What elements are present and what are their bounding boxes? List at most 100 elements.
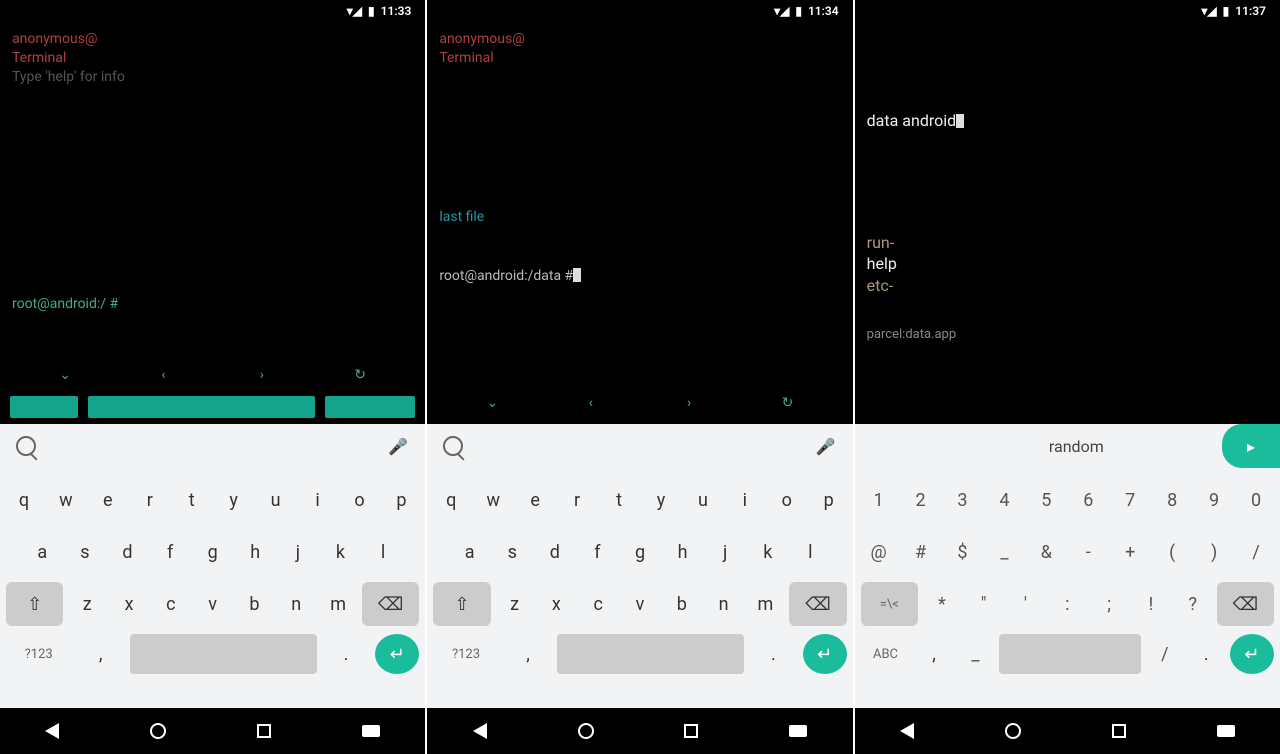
key-7[interactable]: 7: [1112, 478, 1148, 522]
mode-switch-key[interactable]: ?123: [6, 634, 71, 674]
key-p[interactable]: p: [811, 478, 847, 522]
key-l[interactable]: l: [365, 530, 402, 574]
key-u[interactable]: u: [685, 478, 721, 522]
toolbar-ctrl-3[interactable]: ›: [679, 395, 699, 415]
key-x[interactable]: x: [111, 582, 147, 626]
shift-key[interactable]: ⇧: [6, 582, 63, 626]
nav-home-icon[interactable]: [578, 723, 594, 739]
key-d[interactable]: d: [537, 530, 574, 574]
mic-icon[interactable]: 🎤: [815, 437, 837, 456]
key-0[interactable]: 0: [1238, 478, 1274, 522]
toolbar-ctrl-1[interactable]: ⌄: [482, 395, 502, 415]
toolbar-ctrl-2[interactable]: ‹: [581, 395, 601, 415]
key-t[interactable]: t: [174, 478, 210, 522]
comma-key[interactable]: ,: [505, 634, 552, 674]
key-1[interactable]: 1: [861, 478, 897, 522]
key-a[interactable]: a: [451, 530, 488, 574]
key-j[interactable]: j: [707, 530, 744, 574]
key-4[interactable]: 4: [986, 478, 1022, 522]
backspace-key[interactable]: ⌫: [789, 582, 846, 626]
shift-key[interactable]: ⇧: [433, 582, 490, 626]
nav-recent-icon[interactable]: [684, 724, 698, 738]
enter-key[interactable]: ↵: [1230, 634, 1274, 674]
session-tab-2[interactable]: [88, 396, 315, 418]
session-tab-3[interactable]: [325, 396, 415, 418]
mode-switch-key[interactable]: ?123: [433, 634, 498, 674]
key-9[interactable]: 9: [1196, 478, 1232, 522]
key-3[interactable]: 3: [945, 478, 981, 522]
key-n[interactable]: n: [278, 582, 314, 626]
key-"[interactable]: ": [966, 582, 1002, 626]
key-d[interactable]: d: [109, 530, 146, 574]
key-x[interactable]: x: [538, 582, 574, 626]
enter-key[interactable]: ↵: [375, 634, 419, 674]
key-8[interactable]: 8: [1154, 478, 1190, 522]
key-p[interactable]: p: [383, 478, 419, 522]
key-w[interactable]: w: [475, 478, 511, 522]
key-z[interactable]: z: [497, 582, 533, 626]
key-z[interactable]: z: [69, 582, 105, 626]
key-c[interactable]: c: [153, 582, 189, 626]
sym-more-key[interactable]: =\<: [861, 582, 918, 626]
terminal-area[interactable]: data android run- help etc- parcel:data.…: [855, 22, 1280, 424]
key--[interactable]: -: [1070, 530, 1106, 574]
key-h[interactable]: h: [237, 530, 274, 574]
key-'[interactable]: ': [1008, 582, 1044, 626]
key-2[interactable]: 2: [903, 478, 939, 522]
key-i[interactable]: i: [727, 478, 763, 522]
period-key[interactable]: .: [1189, 634, 1224, 674]
key-)[interactable]: ): [1196, 530, 1232, 574]
key-f[interactable]: f: [152, 530, 189, 574]
key-v[interactable]: v: [195, 582, 231, 626]
key-/[interactable]: /: [1238, 530, 1274, 574]
space-key[interactable]: [999, 634, 1141, 674]
comma-key[interactable]: ,: [916, 634, 951, 674]
nav-keyboard-icon[interactable]: [362, 725, 380, 737]
slash-key[interactable]: /: [1147, 634, 1182, 674]
key-([interactable]: (: [1154, 530, 1190, 574]
key-y[interactable]: y: [216, 478, 252, 522]
key-&[interactable]: &: [1028, 530, 1064, 574]
nav-home-icon[interactable]: [150, 723, 166, 739]
nav-back-icon[interactable]: [473, 723, 487, 739]
key-w[interactable]: w: [48, 478, 84, 522]
space-key[interactable]: [130, 634, 317, 674]
mode-switch-key[interactable]: ABC: [861, 634, 911, 674]
nav-back-icon[interactable]: [45, 723, 59, 739]
key-o[interactable]: o: [341, 478, 377, 522]
key-l[interactable]: l: [792, 530, 829, 574]
key-*[interactable]: *: [924, 582, 960, 626]
key-g[interactable]: g: [194, 530, 231, 574]
key-v[interactable]: v: [622, 582, 658, 626]
key-o[interactable]: o: [769, 478, 805, 522]
key-s[interactable]: s: [67, 530, 104, 574]
terminal-area[interactable]: anonymous@ Terminal Type 'help' for info…: [0, 22, 425, 358]
key-y[interactable]: y: [643, 478, 679, 522]
toolbar-ctrl-3[interactable]: ›: [252, 367, 272, 387]
period-key[interactable]: .: [323, 634, 370, 674]
nav-recent-icon[interactable]: [1112, 724, 1126, 738]
session-tab-1[interactable]: [10, 396, 78, 418]
nav-keyboard-icon[interactable]: [789, 725, 807, 737]
key-b[interactable]: b: [664, 582, 700, 626]
period-key[interactable]: .: [750, 634, 797, 674]
key-6[interactable]: 6: [1070, 478, 1106, 522]
search-icon[interactable]: [443, 436, 463, 456]
key-e[interactable]: e: [90, 478, 126, 522]
key-;[interactable]: ;: [1091, 582, 1127, 626]
key-e[interactable]: e: [517, 478, 553, 522]
backspace-key[interactable]: ⌫: [362, 582, 419, 626]
key-r[interactable]: r: [559, 478, 595, 522]
key-t[interactable]: t: [601, 478, 637, 522]
key-f[interactable]: f: [579, 530, 616, 574]
key-a[interactable]: a: [24, 530, 61, 574]
key-i[interactable]: i: [300, 478, 336, 522]
comma-key[interactable]: ,: [77, 634, 124, 674]
nav-keyboard-icon[interactable]: [1217, 725, 1235, 737]
key-j[interactable]: j: [280, 530, 317, 574]
mic-icon[interactable]: 🎤: [387, 437, 409, 456]
key-c[interactable]: c: [580, 582, 616, 626]
key-u[interactable]: u: [258, 478, 294, 522]
key-?[interactable]: ?: [1175, 582, 1211, 626]
enter-key[interactable]: ↵: [803, 634, 847, 674]
